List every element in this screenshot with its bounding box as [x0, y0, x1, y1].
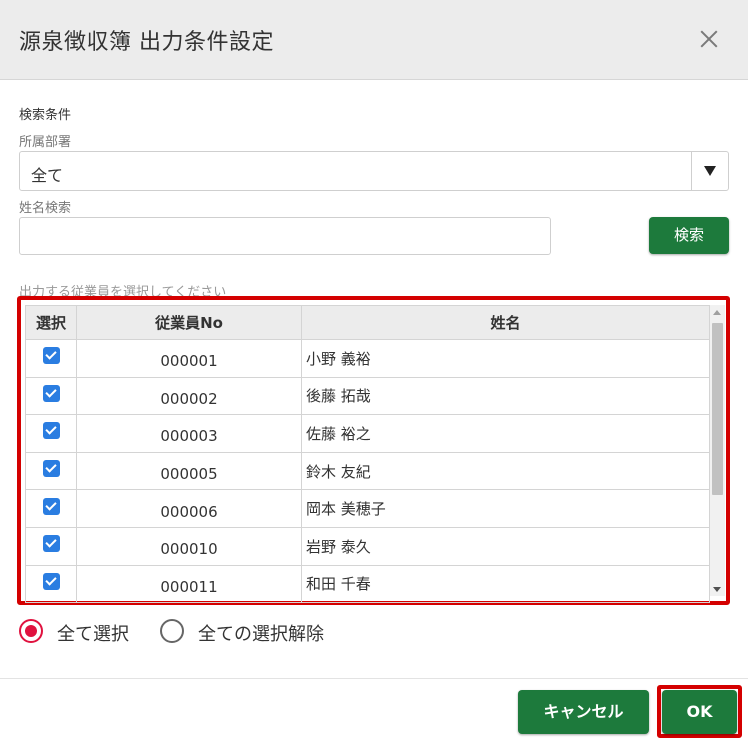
- row-checkbox[interactable]: [42, 535, 60, 553]
- scrollbar-thumb[interactable]: [712, 323, 723, 495]
- scroll-down-icon[interactable]: [713, 587, 721, 592]
- cancel-button[interactable]: キャンセル: [518, 690, 649, 734]
- footer-divider: [0, 678, 748, 679]
- employee-name-cell: 後藤 拓哉: [301, 376, 710, 416]
- employee-name-cell: 佐藤 裕之: [301, 414, 710, 453]
- employee-no-cell: 000006: [76, 489, 302, 528]
- table-row[interactable]: 000002 後藤 拓哉: [25, 376, 710, 416]
- column-header-name[interactable]: 姓名: [301, 305, 710, 340]
- employee-name-cell: 岩野 泰久: [301, 526, 710, 566]
- employee-no-cell: 000005: [76, 451, 302, 491]
- employee-name-cell: 和田 千春: [301, 564, 710, 604]
- row-checkbox[interactable]: [42, 497, 60, 515]
- department-select-value: 全て: [31, 166, 64, 185]
- table-row[interactable]: 000011 和田 千春: [25, 564, 710, 604]
- row-checkbox[interactable]: [42, 460, 60, 478]
- deselect-all-radio[interactable]: [160, 619, 184, 643]
- search-conditions-label: 検索条件: [19, 108, 72, 123]
- row-checkbox[interactable]: [42, 422, 60, 440]
- select-all-label[interactable]: 全て選択: [57, 620, 129, 646]
- employee-no-cell: 000003: [76, 414, 302, 453]
- department-select[interactable]: 全て: [19, 151, 729, 191]
- select-all-radio[interactable]: [19, 619, 43, 643]
- name-search-label: 姓名検索: [19, 201, 72, 216]
- column-header-select[interactable]: 選択: [25, 305, 77, 340]
- employee-name-cell: 鈴木 友紀: [301, 451, 710, 491]
- scroll-up-icon[interactable]: [713, 310, 721, 315]
- table-row[interactable]: 000001 小野 義裕: [25, 339, 710, 378]
- employee-no-cell: 000001: [76, 339, 302, 378]
- row-select-cell: [25, 376, 77, 416]
- table-row[interactable]: 000010 岩野 泰久: [25, 526, 710, 566]
- employee-grid-highlight: 選択 従業員No 姓名 000001 小野 義裕 000002 後藤 拓哉 000003…: [17, 296, 730, 605]
- ok-button[interactable]: OK: [662, 690, 737, 734]
- close-icon[interactable]: [696, 26, 722, 52]
- employee-no-cell: 000011: [76, 564, 302, 604]
- employee-name-cell: 小野 義裕: [301, 339, 710, 378]
- table-header-row: 選択 従業員No 姓名: [25, 305, 710, 340]
- name-search-input[interactable]: [19, 217, 551, 255]
- row-select-cell: [25, 451, 77, 491]
- table-row[interactable]: 000005 鈴木 友紀: [25, 451, 710, 491]
- employee-no-cell: 000002: [76, 376, 302, 416]
- deselect-all-label[interactable]: 全ての選択解除: [198, 620, 324, 646]
- department-label: 所属部署: [19, 135, 72, 150]
- search-button[interactable]: 検索: [649, 217, 729, 254]
- column-header-employee-no[interactable]: 従業員No: [76, 305, 302, 340]
- employee-table: 選択 従業員No 姓名 000001 小野 義裕 000002 後藤 拓哉 000003…: [25, 305, 710, 604]
- dialog-header: 源泉徴収簿 出力条件設定: [0, 0, 748, 80]
- table-row[interactable]: 000003 佐藤 裕之: [25, 414, 710, 453]
- table-scrollbar[interactable]: [710, 305, 725, 596]
- row-checkbox[interactable]: [42, 347, 60, 365]
- row-select-cell: [25, 489, 77, 528]
- row-checkbox[interactable]: [42, 384, 60, 402]
- row-select-cell: [25, 526, 77, 566]
- row-select-cell: [25, 339, 77, 378]
- employee-table-body: 000001 小野 義裕 000002 後藤 拓哉 000003 佐藤 裕之 000005 鈴…: [25, 339, 710, 604]
- dropdown-arrow-icon[interactable]: [691, 152, 728, 190]
- row-select-cell: [25, 564, 77, 604]
- row-checkbox[interactable]: [42, 572, 60, 590]
- row-select-cell: [25, 414, 77, 453]
- table-row[interactable]: 000006 岡本 美穂子: [25, 489, 710, 528]
- employee-no-cell: 000010: [76, 526, 302, 566]
- employee-name-cell: 岡本 美穂子: [301, 489, 710, 528]
- dialog-title: 源泉徴収簿 出力条件設定: [19, 30, 274, 55]
